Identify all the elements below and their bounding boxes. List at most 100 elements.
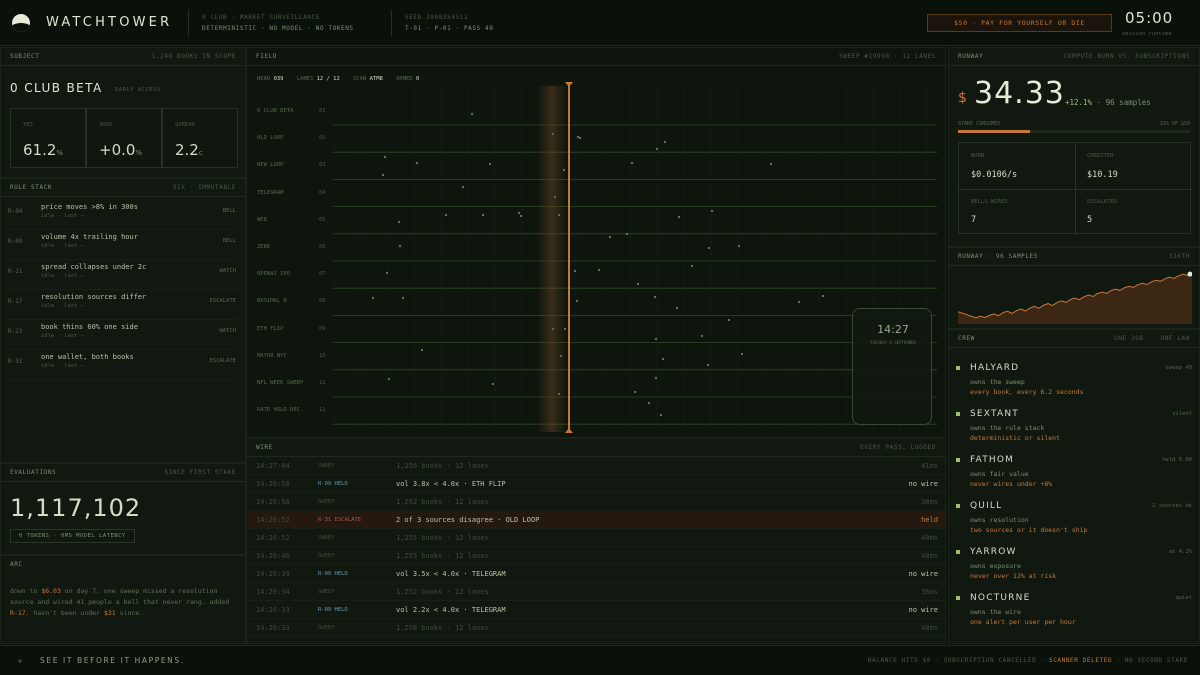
wire-message: vol 3.5x < 4.0x · TELEGRAM — [396, 569, 506, 578]
brand-name[interactable]: WATCHTOWER — [46, 15, 172, 30]
wire-time: 14:26:34 — [256, 587, 290, 596]
rule-row[interactable]: R-11 spread collapses under 2c idle · la… — [8, 260, 238, 290]
stake-bar — [958, 130, 1190, 133]
rule-action: BELL — [222, 238, 236, 244]
tick-dot — [387, 377, 391, 381]
lane-label[interactable]: ZERK — [257, 244, 270, 250]
rule-action: ESCALATE — [209, 298, 237, 304]
wire-result: 36ms — [921, 587, 938, 596]
crew-name: FATHOM — [970, 455, 1015, 465]
crew-name: YARROW — [970, 547, 1017, 557]
tick-dot — [706, 363, 710, 367]
rule-row[interactable]: R-09 volume 4x trailing hour idle · last… — [8, 230, 238, 260]
lane-label[interactable]: MAYOR NYC — [257, 353, 287, 359]
lane-label[interactable]: ETH FLIP — [257, 326, 284, 332]
lane-label[interactable]: OPENAI IPO — [257, 271, 290, 277]
rule-status: idle · last – — [41, 243, 85, 249]
rule-row[interactable]: R-04 price moves >8% in 300s idle · last… — [8, 200, 238, 230]
header-flags: DETERMINISTIC · NO MODEL · NO TOKENS — [202, 25, 354, 32]
crew-member[interactable]: YARROW at 4.1% owns exposure never over … — [956, 547, 1192, 587]
rule-action: WATCH — [219, 328, 236, 334]
lane-label[interactable]: WEB — [257, 217, 267, 223]
wire-row[interactable]: 14:26:33 R-09 HELD vol 2.2x < 4.0x · TEL… — [248, 601, 946, 619]
wire-kind: SWEEP — [318, 534, 335, 541]
evaluations-header-right: SINCE FIRST STAKE — [164, 469, 236, 476]
wire-row[interactable]: 14:26:58 SWEEP 1,262 books · 12 lanes 38… — [248, 493, 946, 511]
wire-message: 1,255 books · 12 lanes — [396, 533, 489, 542]
runway-change: +12.1% · 96 samples — [1065, 98, 1151, 107]
tick-dot — [654, 376, 658, 380]
lane-number: 06 — [319, 244, 326, 250]
wire-row[interactable]: 14:26:34 SWEEP 1,252 books · 12 lanes 36… — [248, 583, 946, 601]
wire-kind: SWEEP — [318, 498, 335, 505]
wire-row[interactable]: 14:26:58 R-09 HELD vol 3.8x < 4.0x · ETH… — [248, 475, 946, 493]
crew-status: quiet — [1175, 595, 1192, 601]
crew-member[interactable]: HALYARD sweep 49 owns the sweep every bo… — [956, 363, 1192, 403]
tick-dot — [491, 382, 495, 386]
tick-dot — [397, 220, 401, 224]
rule-row[interactable]: R-17 resolution sources differ idle · la… — [8, 290, 238, 320]
wire-row[interactable]: 14:26:39 R-09 HELD vol 3.5x < 4.0x · TEL… — [248, 565, 946, 583]
crew-member[interactable]: SEXTANT silent owns the rule stack deter… — [956, 409, 1192, 449]
wire-row[interactable]: 14:27:04 SWEEP 1,256 books · 12 lanes 41… — [248, 457, 946, 475]
wire-row[interactable]: 14:26:33 SWEEP 1,258 books · 12 lanes 40… — [248, 619, 946, 637]
tick-dot — [740, 352, 744, 356]
escalated-value: 5 — [1087, 215, 1093, 225]
lane-number: 03 — [319, 162, 326, 169]
lane-label[interactable]: NFL WEEK SWEEP — [257, 380, 303, 386]
crew-status: 2 sources ok — [1152, 503, 1192, 509]
tick-dot — [677, 215, 681, 219]
tick-dot — [663, 140, 667, 144]
crew-member[interactable]: QUILL 2 sources ok owns resolution two s… — [956, 501, 1192, 541]
crew-law: two sources or it doesn't ship — [970, 526, 1088, 534]
evaluations-panel: EVALUATIONS SINCE FIRST STAKE 1,117,102 0… — [0, 463, 246, 555]
wire-row[interactable]: 14:26:46 SWEEP 1,255 books · 12 lanes 40… — [248, 547, 946, 565]
lane-label[interactable]: 0 CLUB BETA — [257, 108, 293, 114]
tick-dot — [633, 390, 637, 394]
lane-label[interactable]: RATE HOLD DEC — [257, 407, 300, 413]
lane-label[interactable]: TELEGRAM — [257, 190, 284, 196]
crew-status-dot-icon — [956, 412, 960, 416]
wire-result: no wire — [908, 479, 938, 488]
header-seed: SEED 3908354511 — [405, 14, 469, 21]
lane-label[interactable]: BASIMAL B — [257, 298, 287, 304]
crew-member[interactable]: NOCTURNE quiet owns the wire one alert p… — [956, 593, 1192, 633]
session-timer-label: session runtime — [1122, 31, 1172, 37]
wire-row[interactable]: 14:26:52 SWEEP 1,255 books · 12 lanes 40… — [248, 529, 946, 547]
sweep-line[interactable] — [568, 86, 570, 432]
tick-dot — [625, 232, 629, 236]
header-pass: T-01 · P-01 · PASS 49 — [405, 25, 494, 32]
wire-result: no wire — [908, 569, 938, 578]
runway-balance: 34.33 — [974, 76, 1065, 111]
rule-row[interactable]: R-23 book thins 60% one side idle · last… — [8, 320, 238, 350]
lane-number: 12 — [319, 407, 326, 414]
rule-row[interactable]: R-31 one wallet, both books idle · last … — [8, 350, 238, 380]
rule-action: WATCH — [219, 268, 236, 274]
tick-dot — [710, 209, 714, 213]
rule-action: BELL — [222, 208, 236, 214]
lane-label[interactable]: OLD LOOP — [257, 135, 284, 141]
wire-time: 14:26:52 — [256, 515, 290, 524]
clock-date: TUESDAY 8 SEPTEMBER — [870, 340, 916, 345]
stat-spread: SPREAD 2.2c — [162, 108, 238, 168]
tick-dot — [383, 155, 387, 159]
footer-tagline: SEE IT BEFORE IT HAPPENS. — [40, 656, 185, 665]
lane-number: 05 — [319, 216, 326, 223]
rule-id: R-17 — [8, 298, 23, 305]
wire-time: 14:26:39 — [256, 569, 290, 578]
runway-chart-header-right: 316TH — [1168, 253, 1190, 260]
lane-label[interactable]: NEW LOOP — [257, 162, 284, 168]
wire-time: 14:26:58 — [256, 497, 290, 506]
wire-kind: R-09 HELD — [318, 480, 348, 487]
wire-result: no wire — [908, 605, 938, 614]
wire-message: vol 2.2x < 4.0x · TELEGRAM — [396, 605, 506, 614]
tick-dot — [655, 147, 659, 151]
crew-member[interactable]: FATHOM held 0.00 owns fair value never w… — [956, 455, 1192, 495]
lane-number: 09 — [319, 325, 326, 332]
tick-dot — [575, 299, 579, 303]
sweep-head-marker-icon — [565, 82, 573, 87]
rule-id: R-23 — [8, 328, 23, 335]
pay-cta-button[interactable]: $50 · PAY FOR YOURSELF OR DIE — [927, 14, 1112, 32]
crew-law: deterministic or silent — [970, 434, 1061, 442]
wire-row[interactable]: 14:26:52 R-31 ESCALATE 2 of 3 sources di… — [248, 511, 946, 529]
